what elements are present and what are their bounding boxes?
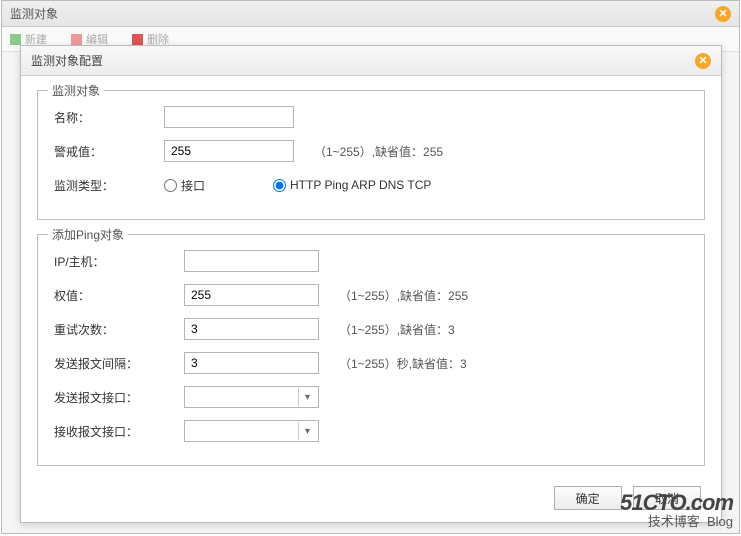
name-label: 名称： (54, 109, 164, 126)
warn-label: 警戒值： (54, 143, 164, 160)
send-if-label: 发送报文接口： (54, 389, 184, 406)
radio-interface[interactable]: 接口 (164, 177, 205, 194)
add-ping-legend: 添加Ping对象 (48, 226, 128, 243)
chevron-down-icon: ▾ (298, 388, 316, 406)
delete-icon (132, 34, 143, 45)
dialog-button-row: 确定 取消 (37, 480, 705, 512)
ok-button[interactable]: 确定 (554, 486, 622, 510)
config-dialog: 监测对象配置 ✕ 监测对象 名称： 警戒值： （1~255）,缺省值：255 监… (20, 45, 722, 523)
weight-input[interactable] (184, 284, 319, 306)
outer-window: 监测对象 ✕ 新建 编辑 删除 确定 取消 监测对象配置 ✕ 监测对象 名称： … (1, 0, 740, 534)
add-ping-fieldset: 添加Ping对象 IP/主机： 权值： （1~255）,缺省值：255 重试次数… (37, 234, 705, 466)
radio-interface-input[interactable] (164, 179, 177, 192)
monitor-object-fieldset: 监测对象 名称： 警戒值： （1~255）,缺省值：255 监测类型： 接口 H… (37, 90, 705, 220)
warn-hint: （1~255）,缺省值：255 (314, 143, 443, 160)
dialog-body: 监测对象 名称： 警戒值： （1~255）,缺省值：255 监测类型： 接口 H… (21, 76, 721, 522)
retry-hint: （1~255）,缺省值：3 (339, 321, 455, 338)
retry-input[interactable] (184, 318, 319, 340)
dialog-title: 监测对象配置 (31, 52, 103, 69)
send-if-select[interactable]: ▾ (184, 386, 319, 408)
interval-input[interactable] (184, 352, 319, 374)
recv-if-select[interactable]: ▾ (184, 420, 319, 442)
weight-label: 权值： (54, 287, 184, 304)
outer-window-titlebar: 监测对象 ✕ (2, 1, 739, 27)
monitor-object-legend: 监测对象 (48, 82, 104, 99)
name-input[interactable] (164, 106, 294, 128)
outer-window-title: 监测对象 (10, 5, 58, 22)
retry-label: 重试次数： (54, 321, 184, 338)
close-icon[interactable]: ✕ (715, 6, 731, 22)
dialog-close-icon[interactable]: ✕ (695, 53, 711, 69)
recv-if-label: 接收报文接口： (54, 423, 184, 440)
ip-input[interactable] (184, 250, 319, 272)
cancel-button[interactable]: 取消 (633, 486, 701, 510)
plus-icon (10, 34, 21, 45)
interval-hint: （1~255）秒,缺省值：3 (339, 355, 467, 372)
chevron-down-icon: ▾ (298, 422, 316, 440)
edit-icon (71, 34, 82, 45)
type-label: 监测类型： (54, 177, 164, 194)
dialog-titlebar: 监测对象配置 ✕ (21, 46, 721, 76)
weight-hint: （1~255）,缺省值：255 (339, 287, 468, 304)
ip-label: IP/主机： (54, 253, 184, 270)
warn-input[interactable] (164, 140, 294, 162)
radio-http[interactable]: HTTP Ping ARP DNS TCP (273, 178, 431, 192)
radio-http-input[interactable] (273, 179, 286, 192)
interval-label: 发送报文间隔： (54, 355, 184, 372)
